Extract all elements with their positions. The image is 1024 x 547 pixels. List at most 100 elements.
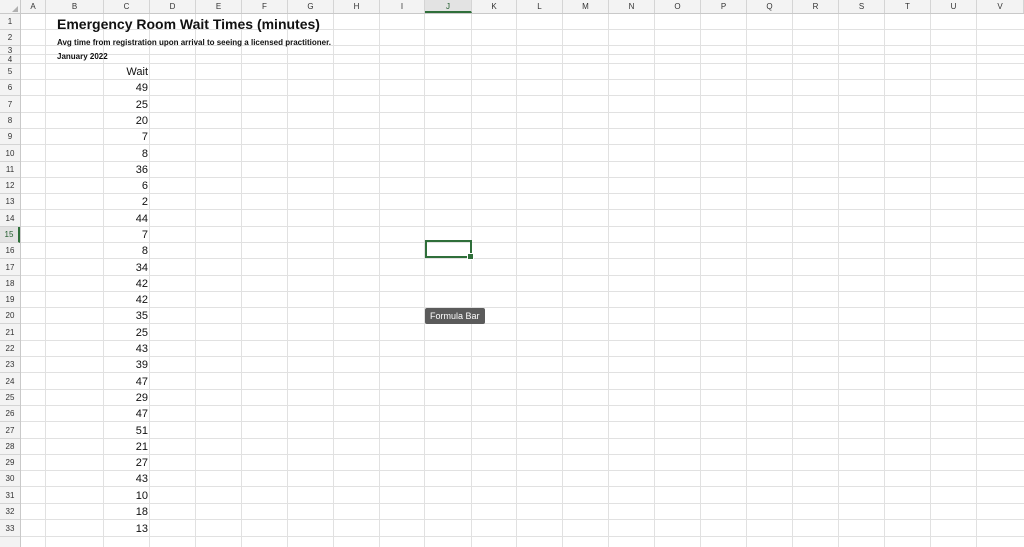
- wait-value-cell[interactable]: 34: [57, 260, 148, 277]
- gridline-horizontal: [21, 438, 1024, 439]
- row-header-18[interactable]: 18: [0, 276, 20, 292]
- gridline-horizontal: [21, 454, 1024, 455]
- row-header-16[interactable]: 16: [0, 243, 20, 259]
- gridline-horizontal: [21, 503, 1024, 504]
- wait-value-cell[interactable]: 27: [57, 456, 148, 472]
- column-header-s[interactable]: S: [839, 0, 885, 13]
- wait-value-cell[interactable]: 42: [57, 293, 148, 309]
- row-header-15[interactable]: 15: [0, 227, 20, 243]
- gridline-horizontal: [21, 79, 1024, 80]
- column-header-k[interactable]: K: [472, 0, 517, 13]
- wait-value-cell[interactable]: 18: [57, 505, 148, 521]
- row-header-21[interactable]: 21: [0, 324, 20, 341]
- row-header-30[interactable]: 30: [0, 471, 20, 487]
- row-header-10[interactable]: 10: [0, 145, 20, 162]
- row-header-32[interactable]: 32: [0, 504, 20, 520]
- wait-value-cell[interactable]: 51: [57, 423, 148, 440]
- row-header-29[interactable]: 29: [0, 455, 20, 471]
- column-header-e[interactable]: E: [196, 0, 242, 13]
- column-header-i[interactable]: I: [380, 0, 425, 13]
- row-header-28[interactable]: 28: [0, 439, 20, 455]
- wait-value-cell[interactable]: 47: [57, 374, 148, 391]
- select-all-triangle-icon: [12, 6, 18, 12]
- column-header-b[interactable]: B: [46, 0, 104, 13]
- wait-value-cell[interactable]: 39: [57, 358, 148, 374]
- wait-value-cell[interactable]: 7: [57, 228, 148, 244]
- column-header-q[interactable]: Q: [747, 0, 793, 13]
- wait-value-cell[interactable]: 8: [57, 146, 148, 163]
- wait-value-cell[interactable]: 13: [57, 521, 148, 538]
- wait-value-cell[interactable]: 35: [57, 309, 148, 325]
- column-header-r[interactable]: R: [793, 0, 839, 13]
- select-all-corner[interactable]: [0, 0, 21, 13]
- wait-value-cell[interactable]: 8: [57, 244, 148, 260]
- wait-value-cell[interactable]: 25: [57, 97, 148, 114]
- row-header-31[interactable]: 31: [0, 487, 20, 504]
- wait-value-cell[interactable]: 25: [57, 325, 148, 342]
- column-header-p[interactable]: P: [701, 0, 747, 13]
- column-header-l[interactable]: L: [517, 0, 563, 13]
- column-header-t[interactable]: T: [885, 0, 931, 13]
- row-header-19[interactable]: 19: [0, 292, 20, 308]
- row-header-4[interactable]: 4: [0, 55, 20, 64]
- row-header-1[interactable]: 1: [0, 14, 20, 30]
- row-header-25[interactable]: 25: [0, 390, 20, 406]
- gridline-vertical: [287, 14, 288, 547]
- wait-value-cell[interactable]: 42: [57, 277, 148, 293]
- row-header-2[interactable]: 2: [0, 30, 20, 46]
- selected-cell-J15[interactable]: [425, 240, 474, 260]
- column-header-m[interactable]: M: [563, 0, 609, 13]
- gridline-vertical: [333, 14, 334, 547]
- wait-value-cell[interactable]: 43: [57, 342, 148, 358]
- row-header-20[interactable]: 20: [0, 308, 20, 324]
- row-header-3[interactable]: 3: [0, 46, 20, 55]
- wait-value-cell[interactable]: 7: [57, 130, 148, 146]
- wait-value-cell[interactable]: 10: [57, 488, 148, 505]
- wait-value-cell[interactable]: 6: [57, 179, 148, 195]
- wait-header-cell[interactable]: Wait: [57, 65, 148, 81]
- column-header-g[interactable]: G: [288, 0, 334, 13]
- row-header-22[interactable]: 22: [0, 341, 20, 357]
- row-header-bar: 1 2 3 4 5 6 7 8 9 10 11 12 13 14 15 16 17 18 19 20 21 22 23 24 2…: [0, 14, 21, 547]
- row-header-14[interactable]: 14: [0, 210, 20, 227]
- wait-value-cell[interactable]: 20: [57, 114, 148, 130]
- row-header-26[interactable]: 26: [0, 406, 20, 422]
- column-header-a[interactable]: A: [21, 0, 46, 13]
- column-header-c[interactable]: C: [104, 0, 150, 13]
- row-header-5[interactable]: 5: [0, 64, 20, 80]
- wait-value-cell[interactable]: 2: [57, 195, 148, 211]
- wait-value-cell[interactable]: 43: [57, 472, 148, 488]
- column-header-u[interactable]: U: [931, 0, 977, 13]
- row-header-24[interactable]: 24: [0, 373, 20, 390]
- wait-value-cell[interactable]: 44: [57, 211, 148, 228]
- fill-handle[interactable]: [467, 253, 474, 260]
- wait-value-cell[interactable]: 49: [57, 81, 148, 97]
- gridline-horizontal: [21, 112, 1024, 113]
- row-header-7[interactable]: 7: [0, 96, 20, 113]
- spreadsheet-grid[interactable]: ABCDEFGHIJKLMNOPQRSTUV 1 2 3 4 5 6 7 8 9 10 11 12 13…: [0, 0, 1024, 547]
- wait-value-cell[interactable]: 36: [57, 163, 148, 179]
- wait-value-cell[interactable]: 47: [57, 407, 148, 423]
- column-header-f[interactable]: F: [242, 0, 288, 13]
- column-header-o[interactable]: O: [655, 0, 701, 13]
- row-header-17[interactable]: 17: [0, 259, 20, 276]
- row-header-11[interactable]: 11: [0, 162, 20, 178]
- column-header-d[interactable]: D: [150, 0, 196, 13]
- row-header-23[interactable]: 23: [0, 357, 20, 373]
- wait-value-cell[interactable]: 21: [57, 440, 148, 456]
- wait-value-cell[interactable]: 29: [57, 391, 148, 407]
- row-header-6[interactable]: 6: [0, 80, 20, 96]
- column-header-h[interactable]: H: [334, 0, 380, 13]
- column-header-j[interactable]: J: [425, 0, 472, 13]
- row-header-13[interactable]: 13: [0, 194, 20, 210]
- column-header-n[interactable]: N: [609, 0, 655, 13]
- gridline-vertical: [45, 14, 46, 547]
- gridline-vertical: [608, 14, 609, 547]
- row-header-8[interactable]: 8: [0, 113, 20, 129]
- row-header-33[interactable]: 33: [0, 520, 20, 537]
- row-header-27[interactable]: 27: [0, 422, 20, 439]
- row-header-12[interactable]: 12: [0, 178, 20, 194]
- gridline-horizontal: [21, 340, 1024, 341]
- row-header-9[interactable]: 9: [0, 129, 20, 145]
- column-header-v[interactable]: V: [977, 0, 1024, 13]
